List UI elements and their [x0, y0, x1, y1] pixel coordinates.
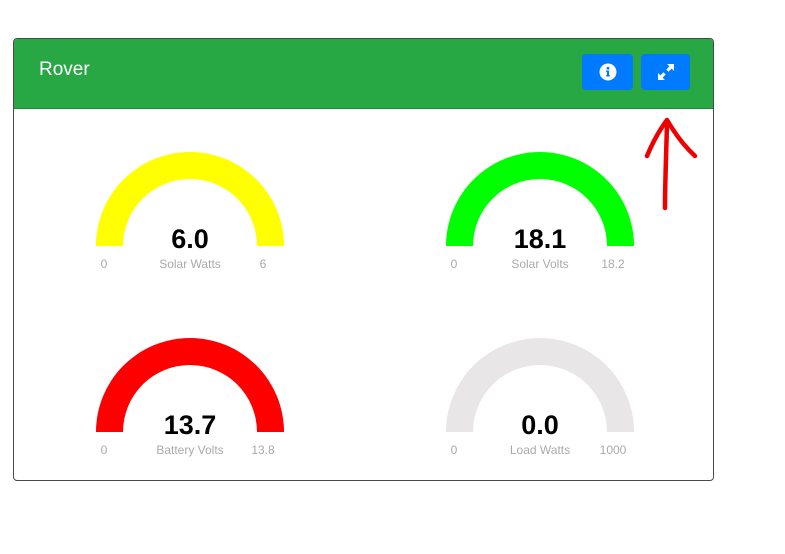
gauge-load-watts: 0.0 0 Load Watts 1000	[440, 337, 640, 457]
gauge-max: 6	[259, 257, 267, 271]
info-circle-icon	[599, 63, 616, 81]
gauge-battery-volts: 13.7 0 Battery Volts 13.8	[90, 337, 290, 457]
gauge-value: 6.0	[171, 224, 209, 254]
expand-button[interactable]	[641, 54, 690, 90]
card-header: Rover	[14, 39, 713, 109]
gauge-solar-watts: 6.0 0 Solar Watts 6	[90, 151, 290, 271]
rover-card: Rover 6.0 0 Solar Watts 6 18.1 0 Solar V…	[13, 38, 714, 481]
gauge-value: 0.0	[521, 410, 559, 440]
gauge-max: 1000	[599, 443, 627, 457]
gauge-max: 18.2	[601, 257, 625, 271]
info-button[interactable]	[582, 54, 633, 90]
gauge-max: 13.8	[251, 443, 275, 457]
expand-icon	[657, 64, 674, 80]
gauge-value: 18.1	[513, 224, 567, 254]
card-title: Rover	[39, 59, 90, 80]
gauge-solar-volts: 18.1 0 Solar Volts 18.2	[440, 151, 640, 271]
gauge-value: 13.7	[163, 410, 217, 440]
